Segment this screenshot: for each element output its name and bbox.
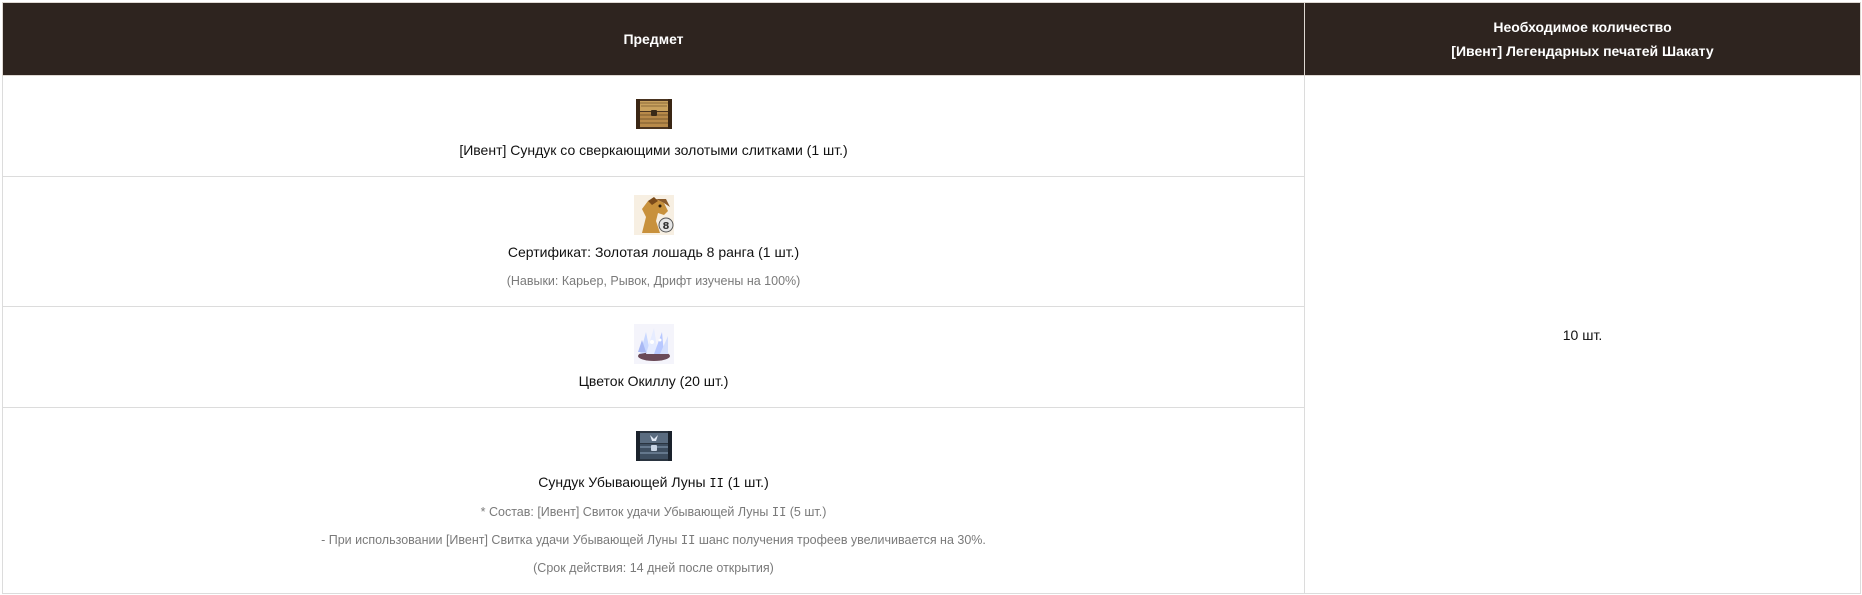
item-name-numeral: II bbox=[709, 476, 724, 490]
header-required-line2: [Ивент] Легендарных печатей Шакату bbox=[1451, 43, 1714, 59]
reward-table: Предмет Необходимое количество [Ивент] Л… bbox=[2, 2, 1861, 594]
header-item-label: Предмет bbox=[623, 31, 684, 47]
svg-text:8: 8 bbox=[662, 221, 669, 232]
item-name-prefix: Сундук Убывающей Луны bbox=[538, 474, 710, 490]
dark-chest-icon bbox=[635, 431, 672, 461]
treasure-chest-icon bbox=[635, 99, 672, 129]
item-note: (Навыки: Карьер, Рывок, Дрифт изучены на… bbox=[506, 273, 801, 288]
item-cell: Цветок Окиллу (20 шт.) bbox=[2, 306, 1305, 408]
crystal-flower-icon bbox=[633, 324, 674, 364]
item-name: Цветок Окиллу (20 шт.) bbox=[578, 373, 729, 389]
item-name: [Ивент] Сундук со сверкающими золотыми с… bbox=[459, 142, 848, 158]
header-required-quantity: Необходимое количество [Ивент] Легендарн… bbox=[1304, 2, 1861, 76]
item-name: Сундук Убывающей Луны II (1 шт.) bbox=[538, 471, 768, 494]
required-quantity: 10 шт. bbox=[1562, 326, 1603, 343]
table-header-row: Предмет Необходимое количество [Ивент] Л… bbox=[2, 2, 1861, 76]
item-note-composition: * Состав: [Ивент] Свиток удачи Убывающей… bbox=[480, 505, 827, 519]
item-name: Сертификат: Золотая лошадь 8 ранга (1 шт… bbox=[507, 243, 800, 260]
item-name-suffix: (1 шт.) bbox=[723, 474, 769, 490]
item-cell: 8 Сертификат: Золотая лошадь 8 ранга (1 … bbox=[2, 176, 1305, 307]
header-item: Предмет bbox=[2, 2, 1305, 76]
quantity-cell: 10 шт. bbox=[1304, 75, 1861, 594]
header-required-line1: Необходимое количество bbox=[1493, 19, 1672, 35]
item-note-usage: - При использовании [Ивент] Свитка удачи… bbox=[321, 533, 986, 547]
golden-horse-icon: 8 bbox=[633, 194, 674, 235]
reward-table-wrapper: Предмет Необходимое количество [Ивент] Л… bbox=[2, 2, 1861, 594]
item-cell: [Ивент] Сундук со сверкающими золотыми с… bbox=[2, 75, 1305, 177]
item-cell: Сундук Убывающей Луны II (1 шт.) * Соста… bbox=[2, 407, 1305, 594]
item-note-duration: (Срок действия: 14 дней после открытия) bbox=[533, 561, 774, 575]
table-row: [Ивент] Сундук со сверкающими золотыми с… bbox=[2, 75, 1861, 594]
